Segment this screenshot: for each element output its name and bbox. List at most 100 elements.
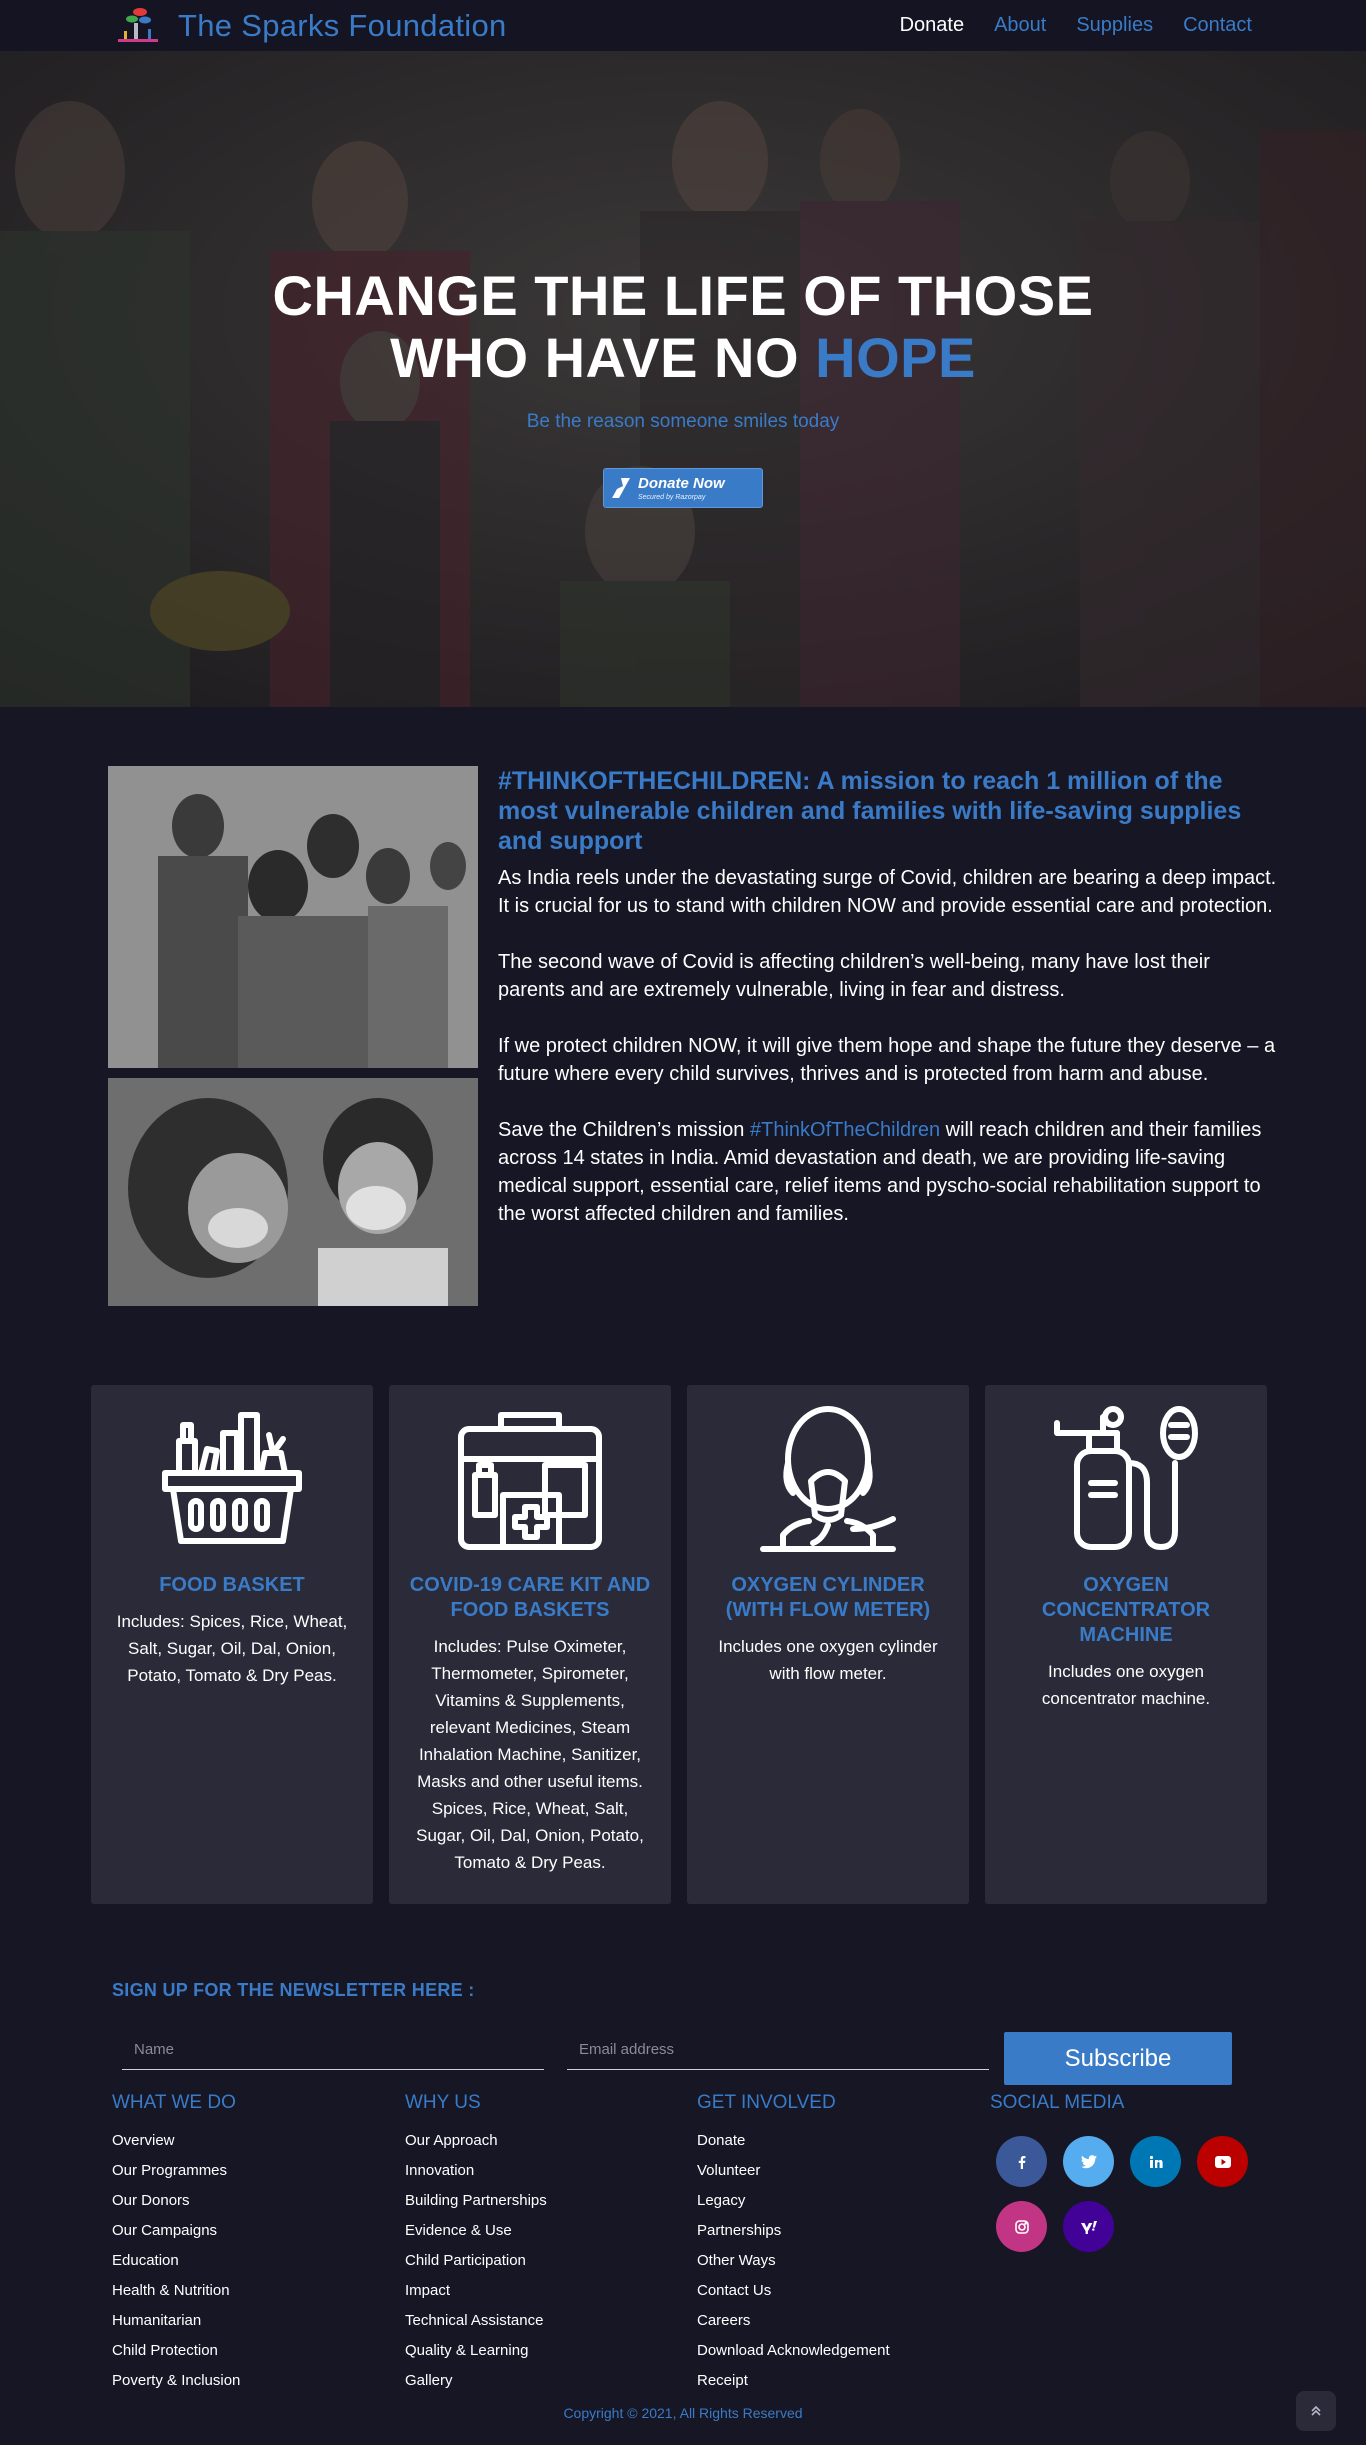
footer-column-social-media: SOCIAL MEDIA: [990, 2092, 1124, 2126]
hero-subtitle: Be the reason someone smiles today: [526, 411, 840, 432]
mission-paragraph-1: As India reels under the devastating sur…: [498, 867, 1277, 917]
footer-link-list: Overview Our Programmes Our Donors Our C…: [112, 2126, 240, 2396]
footer-heading: WHY US: [405, 2092, 481, 2113]
supply-card-oxygen-concentrator[interactable]: OXYGEN CONCENTRATOR MACHINE Includes one…: [985, 1385, 1267, 1904]
mission-paragraph-4: Save the Children’s mission #ThinkOfTheC…: [498, 1116, 1278, 1228]
footer-link[interactable]: Poverty & Inclusion: [112, 2366, 240, 2396]
footer-link[interactable]: Download Acknowledgement: [697, 2336, 890, 2366]
food-basket-icon: [162, 1412, 302, 1544]
oxygen-mask-icon: [760, 1406, 896, 1552]
donate-now-button[interactable]: Donate Now Secured by Razorpay: [603, 468, 763, 508]
hero-title-line2: WHO HAVE NO: [390, 326, 800, 389]
nav-link-contact[interactable]: Contact: [1183, 14, 1252, 37]
footer-link[interactable]: Contact Us: [697, 2276, 890, 2306]
oxygen-concentrator-icon: [1054, 1406, 1198, 1550]
supply-card-title: FOOD BASKET: [159, 1574, 305, 1596]
nav-links: Donate About Supplies Contact: [900, 0, 1252, 51]
youtube-icon[interactable]: [1197, 2136, 1248, 2187]
footer-link[interactable]: Our Approach: [405, 2126, 547, 2156]
brand-name[interactable]: The Sparks Foundation: [178, 8, 507, 44]
footer-link[interactable]: Building Partnerships: [405, 2186, 547, 2216]
nav-link-donate[interactable]: Donate: [900, 14, 965, 37]
footer-link[interactable]: Gallery: [405, 2366, 547, 2396]
hero-section: CHANGE THE LIFE OF THOSE WHO HAVE NO HOP…: [0, 51, 1366, 707]
mission-images: [108, 766, 478, 1306]
scroll-to-top-button[interactable]: [1296, 2391, 1336, 2431]
supply-card-oxygen-cylinder[interactable]: OXYGEN CYLINDER (WITH FLOW METER) Includ…: [687, 1385, 969, 1904]
think-of-the-children-hashtag[interactable]: #ThinkOfTheChildren: [750, 1119, 940, 1141]
footer-link[interactable]: Receipt: [697, 2366, 890, 2396]
mission-paragraph-3: If we protect children NOW, it will give…: [498, 1035, 1276, 1085]
supply-card-food-basket[interactable]: FOOD BASKET Includes: Spices, Rice, Whea…: [91, 1385, 373, 1904]
medical-kit-icon: [458, 1412, 602, 1550]
footer-heading: SOCIAL MEDIA: [990, 2092, 1125, 2113]
supply-card-title: OXYGEN CYLINDER (WITH FLOW METER): [725, 1574, 931, 1621]
facebook-icon[interactable]: [996, 2136, 1047, 2187]
footer-link[interactable]: Health & Nutrition: [112, 2276, 240, 2306]
yahoo-icon[interactable]: [1063, 2201, 1114, 2252]
brand[interactable]: The Sparks Foundation: [112, 0, 507, 51]
footer-link[interactable]: Partnerships: [697, 2216, 890, 2246]
footer-link[interactable]: Donate: [697, 2126, 890, 2156]
mission-paragraph-4-prefix: Save the Children’s mission: [498, 1119, 745, 1141]
supply-card-text: Includes one oxygen cylinder with flow m…: [718, 1637, 938, 1683]
donate-now-text: Donate Now Secured by Razorpay: [638, 476, 725, 501]
mission-content: #THINKOFTHECHILDREN: A mission to reach …: [498, 766, 1278, 1256]
footer-link[interactable]: Education: [112, 2246, 240, 2276]
mission-photo-children: [108, 1078, 478, 1306]
mission-paragraph-2: The second wave of Covid is affecting ch…: [498, 951, 1210, 1001]
footer-heading: GET INVOLVED: [697, 2092, 836, 2113]
footer-link-list: Our Approach Innovation Building Partner…: [405, 2126, 547, 2396]
instagram-icon[interactable]: [996, 2201, 1047, 2252]
supply-card-text: Includes: Spices, Rice, Wheat, Salt, Sug…: [116, 1612, 348, 1685]
footer-link[interactable]: Overview: [112, 2126, 240, 2156]
copyright-text: Copyright © 2021, All Rights Reserved: [563, 2405, 803, 2421]
hero-title: CHANGE THE LIFE OF THOSE WHO HAVE NO HOP…: [0, 265, 1366, 389]
footer-link[interactable]: Our Programmes: [112, 2156, 240, 2186]
newsletter-title: SIGN UP FOR THE NEWSLETTER HERE :: [112, 1980, 475, 2000]
razorpay-icon: [604, 469, 638, 507]
footer-link[interactable]: Our Donors: [112, 2186, 240, 2216]
newsletter-email-input[interactable]: [567, 2030, 989, 2070]
supply-card-text: Includes: Pulse Oximeter, Thermometer, S…: [416, 1637, 644, 1872]
footer-heading: WHAT WE DO: [112, 2092, 236, 2113]
footer-link[interactable]: Careers: [697, 2306, 890, 2336]
nav-link-supplies[interactable]: Supplies: [1076, 14, 1153, 37]
mission-title: #THINKOFTHECHILDREN: A mission to reach …: [498, 767, 1242, 855]
footer-column-why-us: WHY US Our Approach Innovation Building …: [405, 2092, 547, 2396]
nav-link-about[interactable]: About: [994, 14, 1046, 37]
footer-link[interactable]: Other Ways: [697, 2246, 890, 2276]
footer-link[interactable]: Quality & Learning: [405, 2336, 547, 2366]
supply-cards: FOOD BASKET Includes: Spices, Rice, Whea…: [91, 1385, 1267, 1904]
linkedin-icon[interactable]: [1130, 2136, 1181, 2187]
donate-now-sublabel: Secured by Razorpay: [638, 493, 706, 501]
mission-photo-family: [108, 766, 478, 1068]
twitter-icon[interactable]: [1063, 2136, 1114, 2187]
newsletter-name-input[interactable]: [122, 2030, 544, 2070]
footer-column-get-involved: GET INVOLVED Donate Volunteer Legacy Par…: [697, 2092, 890, 2396]
footer-link[interactable]: Impact: [405, 2276, 547, 2306]
subscribe-button[interactable]: Subscribe: [1004, 2032, 1232, 2085]
donate-now-label: Donate Now: [638, 474, 725, 492]
navbar: The Sparks Foundation Donate About Suppl…: [0, 0, 1366, 51]
supply-card-title: COVID-19 CARE KIT AND FOOD BASKETS: [409, 1574, 651, 1621]
footer-link[interactable]: Technical Assistance: [405, 2306, 547, 2336]
foundation-logo-icon: [112, 5, 164, 47]
double-chevron-up-icon: [1311, 2405, 1321, 2416]
hero-title-line1: CHANGE THE LIFE OF THOSE: [272, 264, 1094, 327]
footer-link[interactable]: Legacy: [697, 2186, 890, 2216]
footer-link[interactable]: Innovation: [405, 2156, 547, 2186]
supply-card-text: Includes one oxygen concentrator machine…: [1041, 1662, 1211, 1708]
footer-link-list: Donate Volunteer Legacy Partnerships Oth…: [697, 2126, 890, 2396]
hero-title-highlight: HOPE: [815, 326, 976, 389]
footer-link[interactable]: Volunteer: [697, 2156, 890, 2186]
footer-link[interactable]: Child Protection: [112, 2336, 240, 2366]
supply-card-covid-kit[interactable]: COVID-19 CARE KIT AND FOOD BASKETS Inclu…: [389, 1385, 671, 1904]
social-media-buttons: [996, 2136, 1266, 2252]
footer-column-what-we-do: WHAT WE DO Overview Our Programmes Our D…: [112, 2092, 240, 2396]
footer-link[interactable]: Our Campaigns: [112, 2216, 240, 2246]
footer-link[interactable]: Child Participation: [405, 2246, 547, 2276]
footer-link[interactable]: Evidence & Use: [405, 2216, 547, 2246]
footer-link[interactable]: Humanitarian: [112, 2306, 240, 2336]
supply-card-title: OXYGEN CONCENTRATOR MACHINE: [1041, 1574, 1211, 1646]
